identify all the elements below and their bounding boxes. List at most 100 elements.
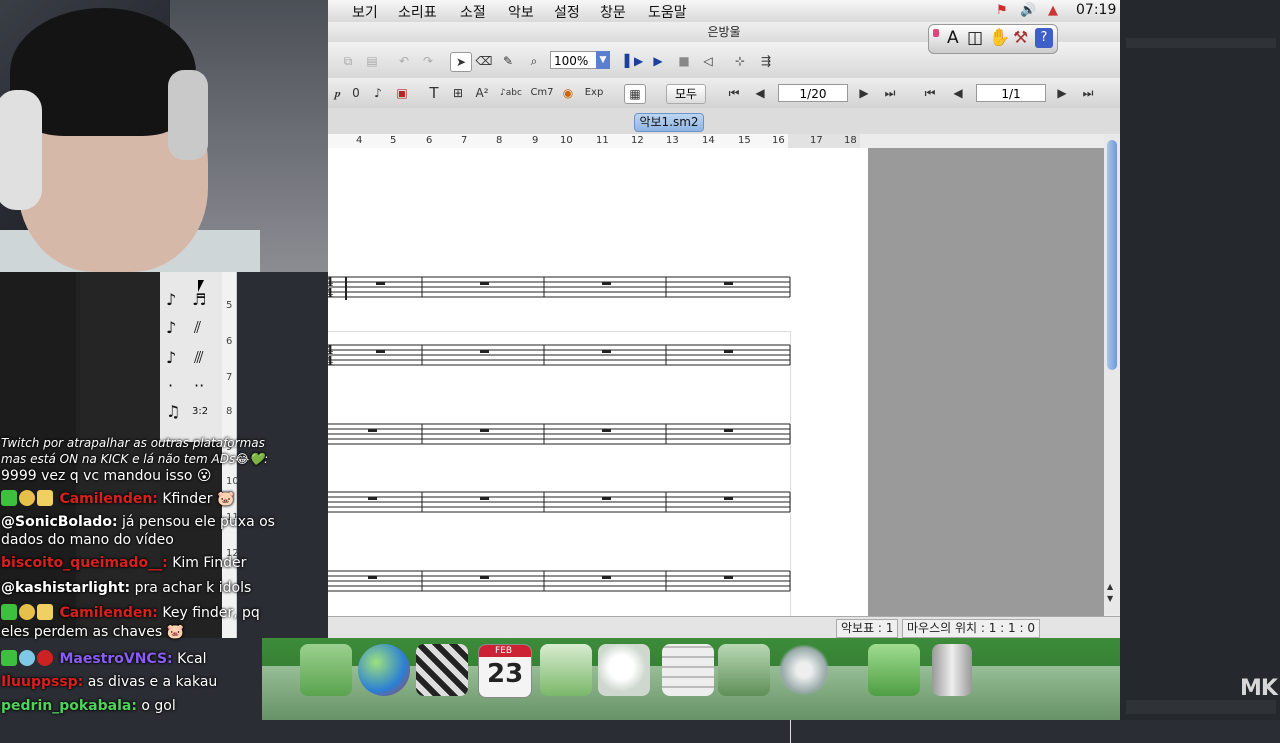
calculator-icon[interactable]: [662, 644, 714, 696]
redo-icon[interactable]: ↷: [418, 52, 438, 70]
first-page-icon[interactable]: ⏮: [724, 84, 744, 102]
preview-icon[interactable]: [598, 644, 650, 696]
trash-icon[interactable]: [932, 644, 972, 696]
chat-username: MaestroVNCS:: [59, 651, 173, 667]
image-tool-icon[interactable]: ▣: [392, 84, 412, 102]
music-app-icon[interactable]: [778, 644, 830, 696]
undo-icon[interactable]: ↶: [394, 52, 414, 70]
next-page-icon[interactable]: ▶: [854, 84, 874, 102]
clapperboard-icon[interactable]: [416, 644, 468, 696]
scroll-down-icon[interactable]: ▼: [1107, 594, 1113, 603]
double-note-icon[interactable]: ♬: [192, 290, 206, 309]
beam-icon[interactable]: ⫻: [194, 348, 204, 368]
double-dot-icon[interactable]: ··: [194, 376, 204, 395]
thirty-second-note-icon[interactable]: ♪: [166, 348, 176, 367]
text-a-icon[interactable]: A: [947, 28, 959, 48]
ruler-number: 14: [702, 135, 715, 146]
part-counter[interactable]: 1/1: [976, 84, 1046, 102]
paste-icon[interactable]: ▤: [362, 52, 382, 70]
green-folder-icon[interactable]: [868, 644, 920, 696]
tools-icon[interactable]: ⚒: [1013, 28, 1028, 48]
menu-window[interactable]: 창문: [600, 2, 626, 22]
note-palette: ♪ ♬ ♪ ⫽ ♪ ⫻ · ·· ♫ 3:2: [160, 272, 222, 442]
last-page-icon[interactable]: ⏭: [880, 84, 900, 102]
alert-icon[interactable]: ▲: [1048, 3, 1058, 18]
headphone-right: [168, 70, 208, 160]
slur-tool-icon[interactable]: ♪: [368, 84, 388, 102]
globe-icon[interactable]: [358, 644, 410, 696]
columns-icon[interactable]: ◫: [967, 28, 983, 48]
row-number: 6: [226, 336, 233, 347]
play-icon[interactable]: ▶: [648, 52, 668, 70]
tab-document[interactable]: 악보1.sm2: [634, 113, 704, 132]
page-counter[interactable]: 1/20: [778, 84, 848, 102]
scroll-up-icon[interactable]: ▲: [1107, 582, 1113, 591]
menu-notes[interactable]: 소리표: [398, 2, 437, 22]
prev-page-icon[interactable]: ◀: [750, 84, 770, 102]
dynamics-icon[interactable]: 𝆏: [328, 84, 348, 102]
menu-view[interactable]: 보기: [352, 2, 378, 22]
address-book-icon[interactable]: [540, 644, 592, 696]
beam-icon[interactable]: ⫽: [194, 318, 201, 338]
fingering-tool[interactable]: 0: [346, 84, 366, 102]
frame-tool-icon[interactable]: ⊞: [448, 84, 468, 102]
dot-icon[interactable]: ·: [168, 376, 173, 395]
status-score: 악보표 : 1: [836, 619, 899, 638]
background-bar: [1126, 700, 1276, 714]
time-signature-bottom: 4: [328, 286, 333, 300]
lyric-tool[interactable]: ♪abc: [498, 84, 524, 102]
expression-tool[interactable]: Exp: [582, 84, 606, 102]
menu-help[interactable]: 도움말: [648, 2, 687, 22]
score-page[interactable]: 𝄞 𝄢 𝄞 𝄢 𝄞 4 4 4 4: [328, 148, 868, 743]
menu-clock[interactable]: 07:19: [1076, 2, 1116, 18]
measure-tool-icon[interactable]: ⇶: [756, 52, 776, 70]
hand-icon[interactable]: ✋: [989, 28, 1010, 48]
ruler-number: 9: [532, 135, 539, 146]
eraser-icon[interactable]: ⌫: [474, 52, 494, 70]
sixteenth-note-icon[interactable]: ♪: [166, 318, 176, 337]
chevron-down-icon[interactable]: ▼: [596, 51, 610, 69]
keyboard-icon[interactable]: ▦: [624, 84, 646, 104]
menu-settings[interactable]: 설정: [554, 2, 580, 22]
menu-score[interactable]: 악보: [508, 2, 534, 22]
volume-icon[interactable]: 🔊: [1020, 3, 1036, 18]
close-icon[interactable]: [933, 29, 939, 37]
ruler-number: 17: [810, 135, 823, 146]
eighth-note-icon[interactable]: ♪: [166, 290, 176, 309]
whole-rests: [368, 282, 733, 579]
last-part-icon[interactable]: ⏭: [1078, 84, 1098, 102]
chat-message: eles perdem as chaves 🐷: [1, 624, 184, 640]
speaker-icon[interactable]: ◁: [698, 52, 718, 70]
prev-part-icon[interactable]: ◀: [948, 84, 968, 102]
drum-tool-icon[interactable]: ◉: [558, 84, 578, 102]
chat-overlay: Twitch por atrapalhar as outras platafor…: [0, 436, 300, 720]
next-part-icon[interactable]: ▶: [1052, 84, 1072, 102]
play-from-start-icon[interactable]: ▌▶: [624, 52, 644, 70]
vertical-scrollbar[interactable]: ▲ ▼: [1104, 134, 1120, 614]
badge-icon: [37, 650, 53, 666]
score-staves[interactable]: 𝄞 𝄢 𝄞 𝄢 𝄞 4 4 4 4: [328, 148, 868, 616]
zoom-icon[interactable]: ⌕: [524, 52, 544, 70]
scrollbar-thumb[interactable]: [1107, 140, 1117, 370]
font-size-tool-icon[interactable]: A²: [472, 84, 492, 102]
insert-tool-icon[interactable]: ⊹: [730, 52, 750, 70]
folder-icon[interactable]: [300, 644, 352, 696]
chat-username: @kashistarlight:: [1, 580, 131, 596]
utilities-icon[interactable]: [718, 644, 770, 696]
all-button[interactable]: 모두: [666, 84, 706, 104]
grace-note-icon[interactable]: ♫: [166, 402, 180, 421]
calendar-month: FEB: [495, 646, 513, 656]
menu-measure[interactable]: 소절: [460, 2, 486, 22]
pencil-icon[interactable]: ✎: [498, 52, 518, 70]
help-icon[interactable]: ?: [1035, 28, 1053, 48]
select-tool-icon[interactable]: ➤: [450, 52, 472, 72]
stop-icon[interactable]: ■: [674, 52, 694, 70]
flag-icon[interactable]: ⚑: [996, 3, 1008, 18]
tuplet-button[interactable]: 3:2: [192, 406, 208, 417]
chat-message: MaestroVNCS: Kcal: [1, 650, 206, 667]
chord-tool[interactable]: Cm7: [530, 84, 554, 102]
calendar-icon[interactable]: FEB 23: [478, 644, 532, 698]
copy-icon[interactable]: ⧉: [338, 52, 358, 70]
first-part-icon[interactable]: ⏮: [920, 84, 940, 102]
text-tool[interactable]: T: [424, 84, 444, 102]
